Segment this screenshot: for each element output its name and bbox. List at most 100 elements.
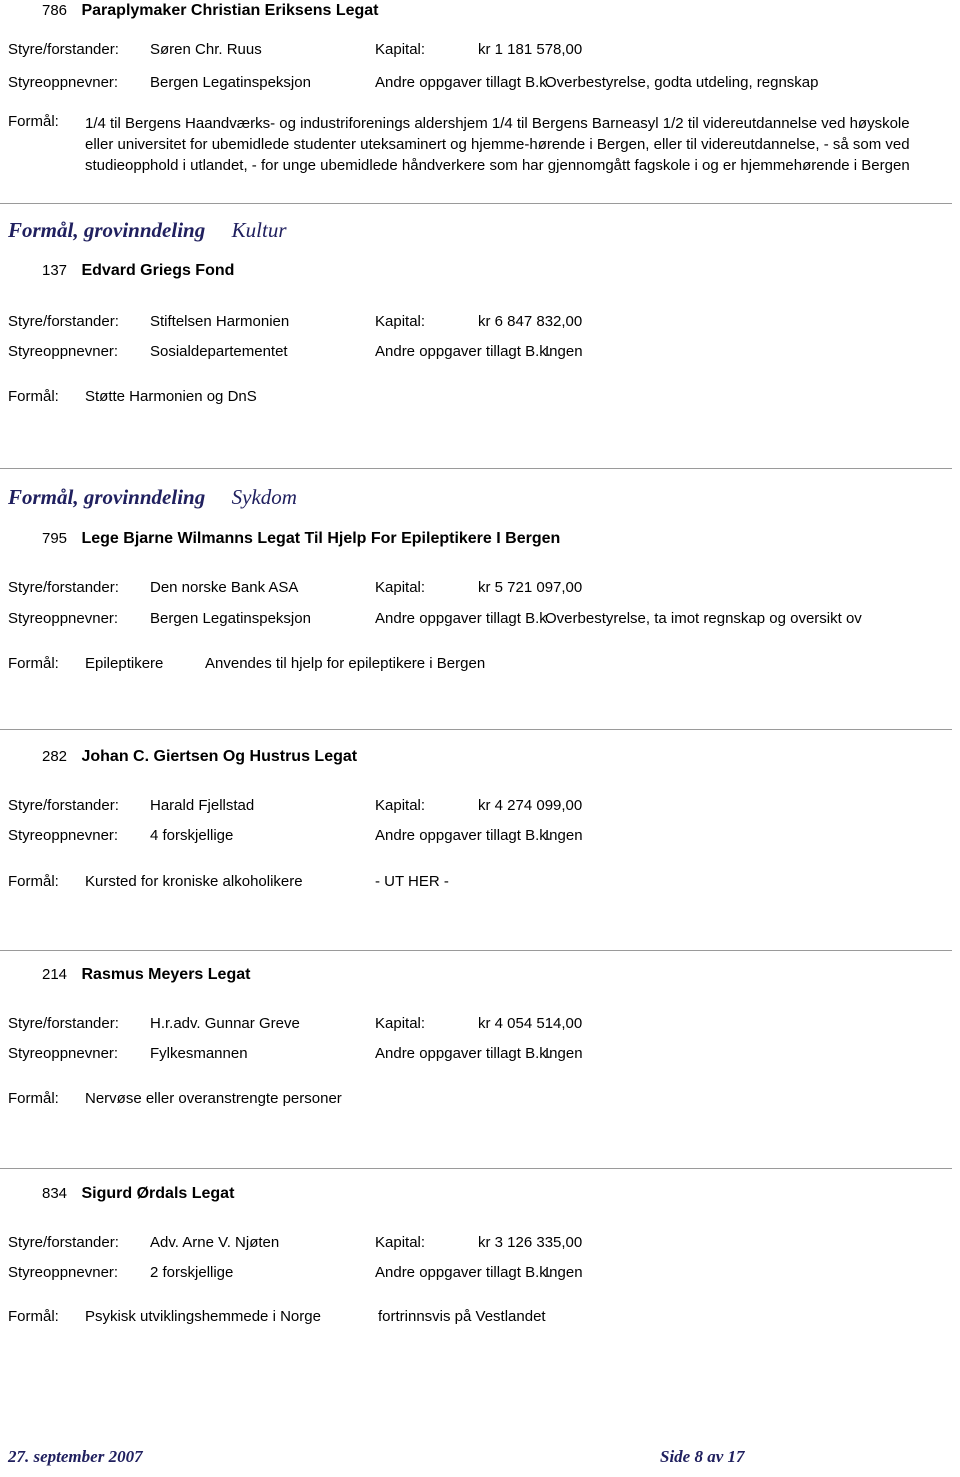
entry-title: Edvard Griegs Fond bbox=[81, 262, 235, 279]
section-divider bbox=[0, 203, 952, 204]
formal-text: fortrinnsvis på Vestlandet bbox=[378, 1308, 546, 1325]
formal-label: Formål: bbox=[8, 388, 59, 405]
formal-category: Nervøse eller overanstrengte personer bbox=[85, 1090, 342, 1107]
styreoppnevner-value: 4 forskjellige bbox=[150, 827, 234, 844]
andre-oppgaver-value: Overbestyrelse, godta utdeling, regnskap bbox=[545, 74, 819, 91]
formal-text: 1/4 til Bergens Haandværks- og industrif… bbox=[85, 115, 910, 174]
entry-title: Paraplymaker Christian Eriksens Legat bbox=[81, 2, 379, 19]
section-key: Formål, grovinndeling bbox=[8, 218, 206, 242]
entry-header: 786 Paraplymaker Christian Eriksens Lega… bbox=[42, 2, 379, 20]
entry-title: Johan C. Giertsen Og Hustrus Legat bbox=[81, 748, 358, 765]
andre-oppgaver-label: Andre oppgaver tillagt B.k. bbox=[375, 1264, 551, 1281]
section-key: Formål, grovinndeling bbox=[8, 485, 206, 509]
kapital-value: kr 3 126 335,00 bbox=[478, 1234, 583, 1251]
formal-label: Formål: bbox=[8, 873, 59, 890]
entry-header: 137 Edvard Griegs Fond bbox=[42, 262, 234, 280]
styre-value: H.r.adv. Gunnar Greve bbox=[150, 1015, 300, 1032]
styre-value: Søren Chr. Ruus bbox=[150, 41, 262, 58]
andre-oppgaver-value: Overbestyrelse, ta imot regnskap og over… bbox=[545, 610, 862, 627]
styreoppnevner-value: 2 forskjellige bbox=[150, 1264, 234, 1281]
kapital-label: Kapital: bbox=[375, 797, 426, 814]
andre-oppgaver-label: Andre oppgaver tillagt B.k. bbox=[375, 343, 551, 360]
kapital-label: Kapital: bbox=[375, 1234, 426, 1251]
formal-label: Formål: bbox=[8, 655, 59, 672]
formal-category: Psykisk utviklingshemmede i Norge bbox=[85, 1308, 321, 1325]
document-page: 786 Paraplymaker Christian Eriksens Lega… bbox=[0, 0, 960, 1477]
andre-oppgaver-label: Andre oppgaver tillagt B.k. bbox=[375, 1045, 551, 1062]
entry-title: Sigurd Ørdals Legat bbox=[81, 1185, 235, 1202]
andre-oppgaver-label: Andre oppgaver tillagt B.k. bbox=[375, 74, 551, 91]
styreoppnevner-label: Styreoppnevner: bbox=[8, 1045, 119, 1062]
styre-label: Styre/forstander: bbox=[8, 313, 119, 330]
section-value: Kultur bbox=[231, 218, 287, 242]
formal-label: Formål: bbox=[8, 113, 59, 130]
table-row: Styre/forstander: H.r.adv. Gunnar Greve … bbox=[0, 1015, 960, 1037]
table-row: Styre/forstander: Harald Fjellstad Kapit… bbox=[0, 797, 960, 819]
table-row: Styreoppnevner: Sosialdepartementet Andr… bbox=[0, 343, 960, 365]
styreoppnevner-label: Styreoppnevner: bbox=[8, 74, 119, 91]
entry-header: 214 Rasmus Meyers Legat bbox=[42, 966, 250, 984]
styre-label: Styre/forstander: bbox=[8, 797, 119, 814]
footer-date: 27. september 2007 bbox=[8, 1447, 143, 1466]
formal-block: Formål: Psykisk utviklingshemmede i Norg… bbox=[0, 1308, 952, 1332]
table-row: Styreoppnevner: 4 forskjellige Andre opp… bbox=[0, 827, 960, 849]
andre-oppgaver-value: Ingen bbox=[545, 827, 583, 844]
formal-label: Formål: bbox=[8, 1090, 59, 1107]
andre-oppgaver-value: Ingen bbox=[545, 1264, 583, 1281]
entry-header: 834 Sigurd Ørdals Legat bbox=[42, 1185, 234, 1203]
andre-oppgaver-label: Andre oppgaver tillagt B.k. bbox=[375, 827, 551, 844]
styreoppnevner-value: Sosialdepartementet bbox=[150, 343, 288, 360]
andre-oppgaver-value: Ingen bbox=[545, 343, 583, 360]
entry-number: 137 bbox=[42, 262, 68, 279]
entry-number: 786 bbox=[42, 2, 68, 19]
section-divider bbox=[0, 468, 952, 469]
section-heading-kultur: Formål, grovinndeling Kultur bbox=[8, 218, 287, 243]
kapital-value: kr 1 181 578,00 bbox=[478, 41, 583, 58]
section-divider bbox=[0, 729, 952, 730]
entry-header: 282 Johan C. Giertsen Og Hustrus Legat bbox=[42, 748, 357, 766]
table-row: Styre/forstander: Adv. Arne V. Njøten Ka… bbox=[0, 1234, 960, 1256]
table-row: Styreoppnevner: Fylkesmannen Andre oppga… bbox=[0, 1045, 960, 1067]
formal-category: Epileptikere bbox=[85, 655, 164, 672]
kapital-value: kr 5 721 097,00 bbox=[478, 579, 583, 596]
formal-text: - UT HER - bbox=[375, 873, 449, 890]
styreoppnevner-label: Styreoppnevner: bbox=[8, 827, 119, 844]
entry-number: 282 bbox=[42, 748, 68, 765]
table-row: Styreoppnevner: 2 forskjellige Andre opp… bbox=[0, 1264, 960, 1286]
styre-value: Harald Fjellstad bbox=[150, 797, 255, 814]
formal-text: Støtte Harmonien og DnS bbox=[85, 388, 257, 405]
kapital-label: Kapital: bbox=[375, 41, 426, 58]
formal-block: Formål: Epileptikere Anvendes til hjelp … bbox=[0, 655, 952, 679]
styre-label: Styre/forstander: bbox=[8, 579, 119, 596]
formal-block: Formål: Kursted for kroniske alkoholiker… bbox=[0, 873, 952, 897]
styre-value: Den norske Bank ASA bbox=[150, 579, 299, 596]
footer-page-number: Side 8 av 17 bbox=[660, 1447, 745, 1466]
section-divider bbox=[0, 950, 952, 951]
styre-value: Stiftelsen Harmonien bbox=[150, 313, 290, 330]
styreoppnevner-label: Styreoppnevner: bbox=[8, 1264, 119, 1281]
andre-oppgaver-label: Andre oppgaver tillagt B.k. bbox=[375, 610, 551, 627]
formal-block: Formål: Nervøse eller overanstrengte per… bbox=[0, 1090, 952, 1114]
styreoppnevner-value: Bergen Legatinspeksjon bbox=[150, 74, 311, 91]
kapital-value: kr 6 847 832,00 bbox=[478, 313, 583, 330]
entry-number: 795 bbox=[42, 530, 68, 547]
formal-block: Formål: Støtte Harmonien og DnS bbox=[0, 388, 952, 412]
formal-text: Anvendes til hjelp for epileptikere i Be… bbox=[205, 655, 486, 672]
section-value: Sykdom bbox=[231, 485, 297, 509]
table-row: Styreoppnevner: Bergen Legatinspeksjon A… bbox=[0, 610, 960, 632]
table-row: Styreoppnevner: Bergen Legatinspeksjon A… bbox=[0, 74, 960, 96]
section-divider bbox=[0, 1168, 952, 1169]
styre-label: Styre/forstander: bbox=[8, 1234, 119, 1251]
table-row: Styre/forstander: Den norske Bank ASA Ka… bbox=[0, 579, 960, 601]
entry-number: 834 bbox=[42, 1185, 68, 1202]
formal-label: Formål: bbox=[8, 1308, 59, 1325]
kapital-label: Kapital: bbox=[375, 313, 426, 330]
styreoppnevner-value: Fylkesmannen bbox=[150, 1045, 248, 1062]
section-heading-sykdom: Formål, grovinndeling Sykdom bbox=[8, 485, 297, 510]
styreoppnevner-value: Bergen Legatinspeksjon bbox=[150, 610, 311, 627]
styre-label: Styre/forstander: bbox=[8, 1015, 119, 1032]
formal-block: Formål: 1/4 til Bergens Haandværks- og i… bbox=[0, 113, 952, 213]
entry-title: Rasmus Meyers Legat bbox=[81, 966, 251, 983]
formal-category: Kursted for kroniske alkoholikere bbox=[85, 873, 303, 890]
kapital-label: Kapital: bbox=[375, 1015, 426, 1032]
